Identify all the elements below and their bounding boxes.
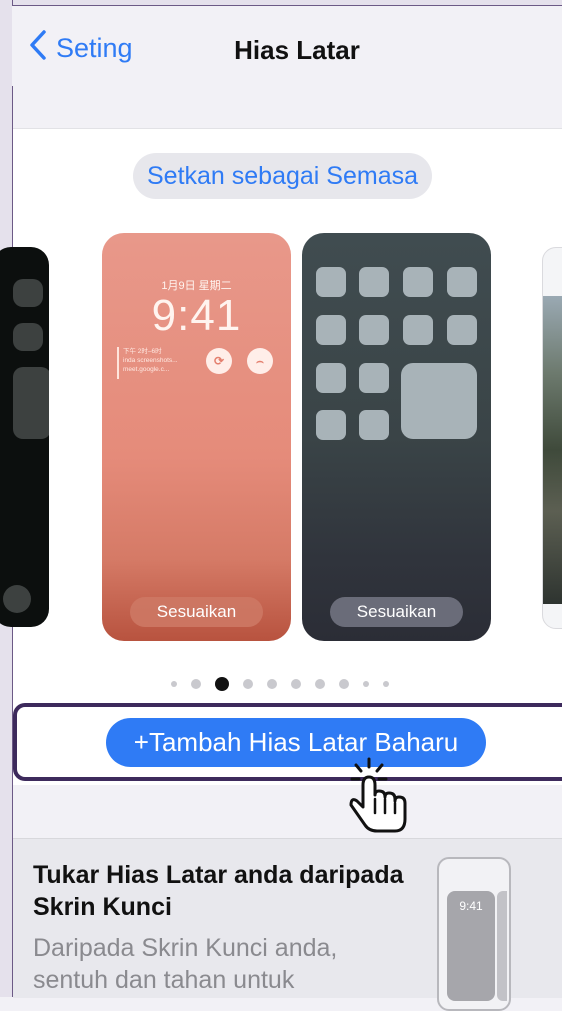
customize-home-button[interactable]: Sesuaikan (330, 597, 463, 627)
app-icon-placeholder (359, 363, 389, 393)
page-dot[interactable] (191, 679, 201, 689)
app-icon-placeholder (447, 315, 477, 345)
calendar-widget-line: meet.google.c... (123, 366, 170, 373)
page-dot-active[interactable] (215, 677, 229, 691)
app-icon-placeholder (316, 363, 346, 393)
app-icon-placeholder (359, 315, 389, 345)
tap-hand-icon (345, 755, 415, 835)
app-icon-placeholder (403, 315, 433, 345)
phone-illustration-next-screen (497, 891, 507, 1001)
page-dot[interactable] (383, 681, 389, 687)
app-icon-placeholder (359, 410, 389, 440)
app-icon-placeholder (447, 267, 477, 297)
lock-screen-preview[interactable]: 1月9日 星期二 9:41 下午 2时–6时 inda screenshots.… (102, 233, 291, 641)
page-dot[interactable] (171, 681, 177, 687)
app-icon-placeholder (13, 323, 43, 351)
page-dot[interactable] (339, 679, 349, 689)
info-title: Tukar Hias Latar anda daripada Skrin Kun… (33, 861, 404, 921)
wallpaper-panel: Setkan sebagai Semasa 1月9日 星期二 9:41 下午 2… (0, 128, 562, 785)
info-section: Tukar Hias Latar anda daripada Skrin Kun… (13, 838, 562, 1011)
phone-illustration-screen: 9:41 (447, 891, 495, 1001)
app-icon-placeholder (359, 267, 389, 297)
calendar-widget: 下午 2时–6时 inda screenshots... meet.google… (117, 347, 211, 379)
circle-button-placeholder (3, 585, 31, 613)
airpods-icon: ⌢ (247, 348, 273, 374)
info-body: Daripada Skrin Kunci anda, sentuh dan ta… (33, 934, 338, 994)
app-icon-placeholder (403, 267, 433, 297)
page-dot[interactable] (315, 679, 325, 689)
calendar-widget-line: inda screenshots... (123, 357, 178, 364)
add-new-wallpaper-button[interactable]: +Tambah Hias Latar Baharu (106, 718, 486, 767)
page-indicator[interactable] (171, 677, 389, 691)
phone-illustration: 9:41 (437, 857, 511, 1011)
page-dot[interactable] (267, 679, 277, 689)
page-dot[interactable] (363, 681, 369, 687)
app-icon-placeholder (316, 315, 346, 345)
navigation-bar: Seting Hias Latar (12, 6, 562, 86)
page-dot[interactable] (243, 679, 253, 689)
app-icon-placeholder (316, 267, 346, 297)
photo-wallpaper (543, 296, 562, 604)
phone-illustration-time: 9:41 (459, 899, 483, 913)
page-title: Hias Latar (234, 35, 360, 65)
calendar-widget-line: 下午 2时–6时 (123, 348, 162, 355)
widget-placeholder (401, 363, 477, 439)
widget-placeholder (13, 367, 49, 439)
set-as-current-button[interactable]: Setkan sebagai Semasa (133, 153, 433, 199)
app-icon-placeholder (316, 410, 346, 440)
page-dot[interactable] (291, 679, 301, 689)
customize-lock-button[interactable]: Sesuaikan (130, 597, 263, 627)
activity-ring-icon: ⟳ (206, 348, 232, 374)
home-screen-preview[interactable]: Sesuaikan (302, 233, 491, 641)
app-icon-placeholder (13, 279, 43, 307)
lock-time: 9:41 (151, 291, 242, 340)
previous-wallpaper-preview[interactable] (0, 247, 49, 627)
next-wallpaper-preview[interactable] (542, 247, 562, 629)
